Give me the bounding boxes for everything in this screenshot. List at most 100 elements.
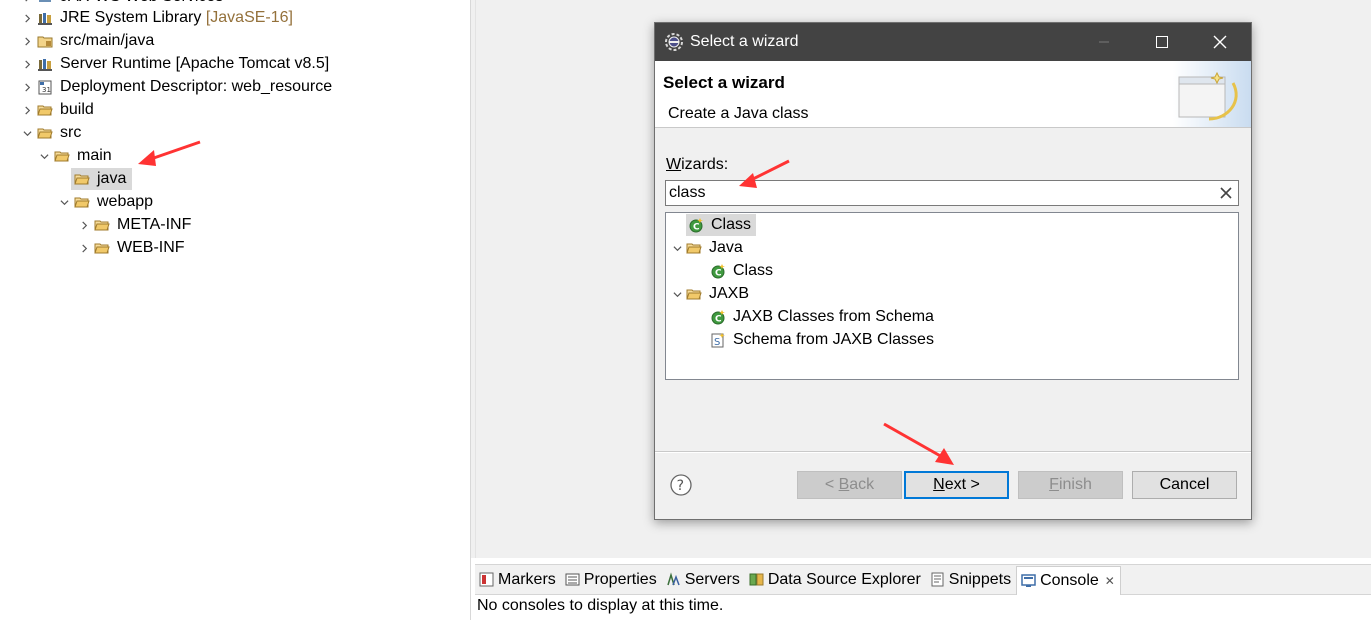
chevron-right-icon[interactable] (20, 99, 34, 121)
wizard-banner-icon (1173, 61, 1251, 127)
snippets-icon (930, 572, 945, 587)
wizard-filter-input[interactable] (669, 181, 1209, 205)
svg-text:31: 31 (42, 86, 51, 94)
folder-icon (54, 148, 70, 164)
close-button[interactable] (1191, 23, 1249, 61)
tab-properties[interactable]: Properties (561, 565, 662, 594)
chevron-right-icon[interactable] (20, 7, 34, 29)
view-tab-bar: Markers Properties Servers Data Source E… (475, 565, 1371, 595)
tree-label: java (97, 170, 127, 187)
finish-button[interactable]: Finish (1018, 471, 1123, 499)
wizard-item-jaxb-classes-from-schema[interactable]: C JAXB Classes from Schema (708, 306, 937, 328)
tab-label: Markers (498, 570, 556, 588)
next-mnemonic: N (933, 476, 945, 493)
folder-icon (74, 194, 90, 210)
chevron-down-icon[interactable] (670, 237, 684, 259)
tree-label: Deployment Descriptor: web_resource (60, 78, 333, 95)
wizard-filter-field[interactable] (665, 180, 1239, 206)
tree-row-src[interactable]: src (20, 122, 84, 144)
chevron-right-icon[interactable] (77, 214, 91, 236)
tree-row-src-main-java[interactable]: src/main/java (20, 30, 157, 52)
wizard-item-class[interactable]: C Class (686, 214, 757, 236)
tree-row-build[interactable]: build (20, 99, 97, 121)
minimize-button[interactable] (1075, 23, 1133, 61)
jre-library-label: JRE System Library (60, 9, 202, 26)
wizard-tree: C Class Java C Class JAXB C JAXB Classes… (665, 212, 1239, 380)
folder-icon (37, 125, 53, 141)
tree-label: WEB-INF (117, 239, 185, 256)
wizard-item-java-class[interactable]: C Class (708, 260, 776, 282)
tab-console[interactable]: Console ✕ (1016, 565, 1121, 595)
bottom-views-panel: Markers Properties Servers Data Source E… (475, 564, 1371, 621)
banner-description: Create a Java class (668, 105, 809, 122)
cancel-button[interactable]: Cancel (1132, 471, 1237, 499)
back-button[interactable]: < Back (797, 471, 902, 499)
chevron-down-icon[interactable] (20, 122, 34, 144)
tree-row-web-inf[interactable]: WEB-INF (77, 237, 188, 259)
tree-selection[interactable]: java (71, 168, 133, 190)
tree-label: JRE System Library [JavaSE-16] (57, 7, 296, 29)
tree-row-java[interactable]: java (57, 168, 133, 190)
library-icon (37, 10, 53, 26)
chevron-down-icon[interactable] (37, 145, 51, 167)
tab-label: Snippets (948, 570, 1012, 588)
tab-snippets[interactable]: Snippets (926, 565, 1016, 594)
chevron-right-icon[interactable] (20, 30, 34, 52)
java-class-icon: C (710, 263, 726, 279)
wizards-label-mnemonic: W (666, 156, 682, 173)
svg-text:C: C (693, 223, 700, 233)
package-folder-icon (37, 33, 53, 49)
java-class-icon: C (688, 217, 704, 233)
tree-row-deployment-descriptor[interactable]: 31 Deployment Descriptor: web_resource (20, 76, 335, 98)
help-icon[interactable]: ? (669, 473, 693, 497)
clear-icon[interactable] (1219, 186, 1233, 200)
tree-label: main (77, 147, 112, 164)
tree-label: Class (733, 262, 774, 279)
tab-data-source-explorer[interactable]: Data Source Explorer (745, 565, 926, 594)
folder-icon (37, 102, 53, 118)
maximize-button[interactable] (1133, 23, 1191, 61)
folder-icon (74, 171, 90, 187)
chevron-right-icon[interactable] (77, 237, 91, 259)
tree-label: JAXB Classes from Schema (733, 308, 934, 325)
tree-label: META-INF (117, 216, 192, 233)
jre-version-suffix: [JavaSE-16] (205, 9, 293, 26)
tree-label: webapp (97, 193, 154, 210)
folder-icon (94, 240, 110, 256)
wizard-category-java[interactable]: Java (670, 237, 746, 259)
wizard-item-schema-from-jaxb-classes[interactable]: S Schema from JAXB Classes (708, 329, 937, 351)
banner-title: Select a wizard (663, 73, 785, 92)
chevron-down-icon[interactable] (670, 283, 684, 305)
tree-label: build (60, 101, 94, 118)
chevron-right-icon[interactable] (20, 53, 34, 75)
next-button[interactable]: Next > (904, 471, 1009, 499)
tree-row-server-runtime[interactable]: Server Runtime [Apache Tomcat v8.5] (20, 53, 332, 75)
tree-label: JAXB (709, 285, 750, 302)
tree-label: Schema from JAXB Classes (733, 331, 934, 348)
java-class-icon: C (710, 309, 726, 325)
tab-servers[interactable]: Servers (662, 565, 745, 594)
dialog-title: Select a wizard (690, 33, 799, 50)
tree-row-main[interactable]: main (37, 145, 115, 167)
back-prefix: < (824, 476, 839, 493)
library-icon (37, 56, 53, 72)
svg-text:S: S (714, 337, 720, 348)
tab-label: Console (1040, 571, 1099, 589)
finish-label: inish (1058, 476, 1092, 493)
tree-label: Class (711, 216, 752, 233)
console-icon (1021, 573, 1036, 588)
tree-row-webapp[interactable]: webapp (57, 191, 156, 213)
wizard-category-jaxb[interactable]: JAXB (670, 283, 752, 305)
chevron-right-icon[interactable] (20, 76, 34, 98)
tree-row-jre-library[interactable]: JRE System Library [JavaSE-16] (20, 7, 296, 29)
close-icon[interactable]: ✕ (1105, 574, 1115, 588)
dialog-title-bar[interactable]: Select a wizard (655, 23, 1251, 61)
wizards-label: Wizards: (666, 156, 728, 174)
tree-row-meta-inf[interactable]: META-INF (77, 214, 194, 236)
tab-markers[interactable]: Markers (475, 565, 561, 594)
web-services-icon (37, 0, 53, 5)
chevron-down-icon[interactable] (57, 191, 71, 213)
back-mnemonic: B (838, 476, 850, 493)
project-explorer: JAX-WS Web Services JRE System Library [… (0, 0, 471, 620)
